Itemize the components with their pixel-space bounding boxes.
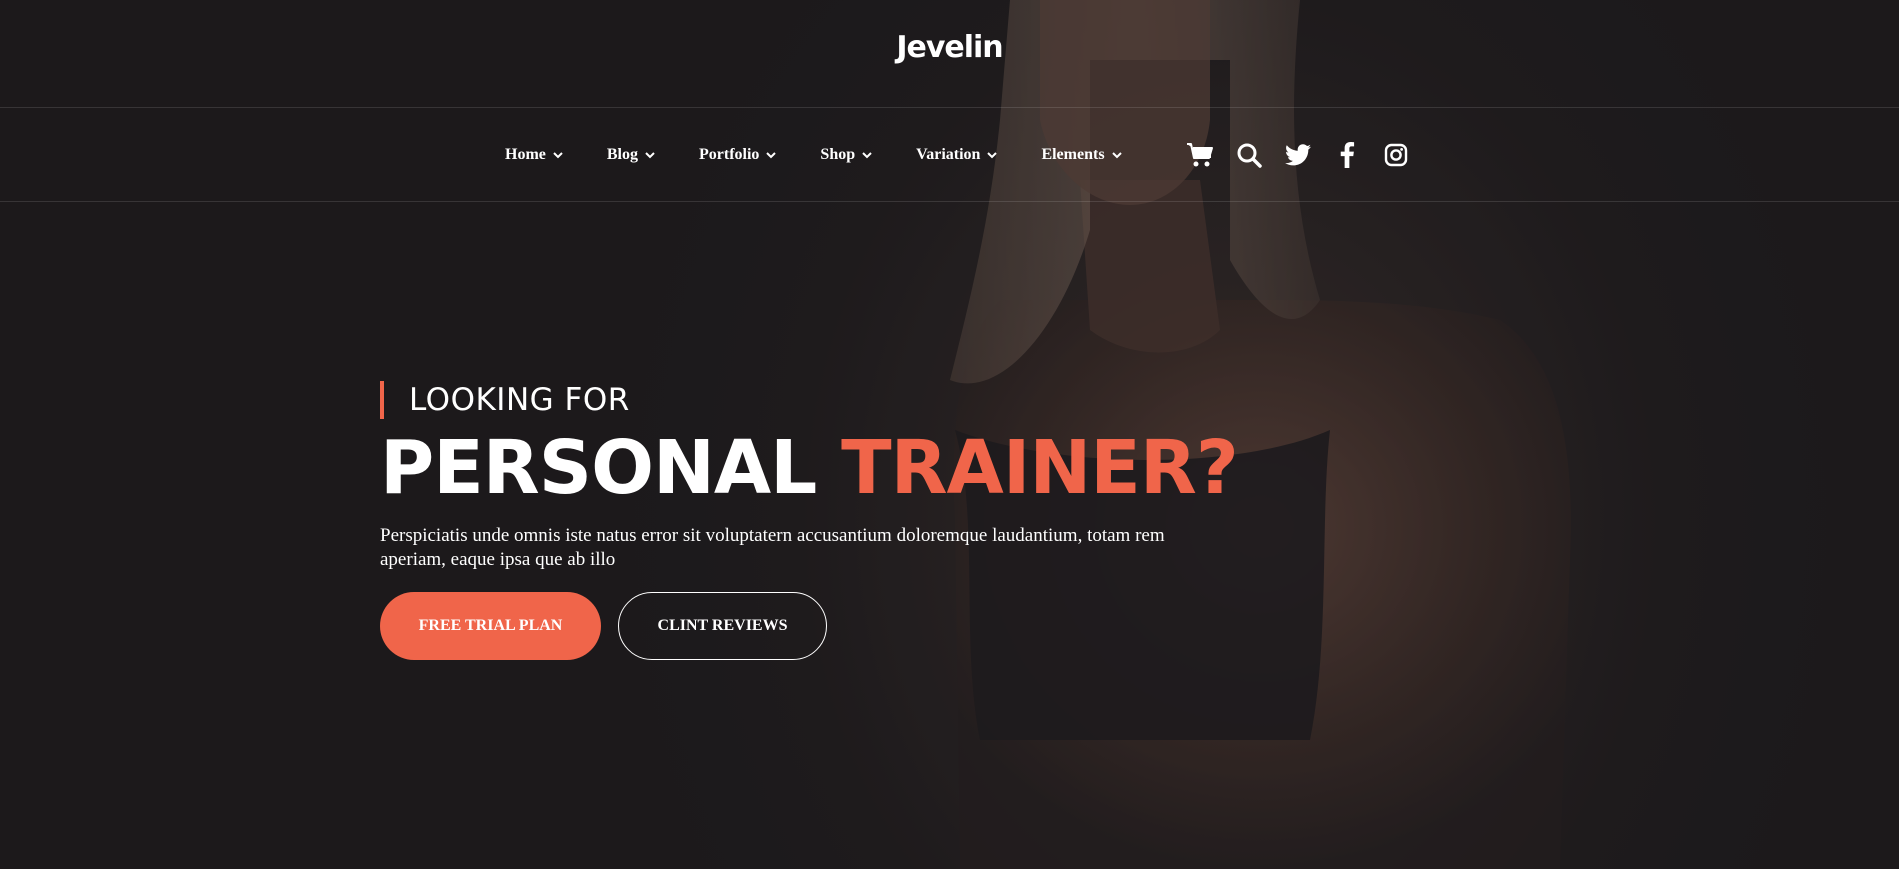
hero-headline: PERSONAL TRAINER? (380, 425, 1239, 511)
site-logo[interactable]: Jevelin (896, 30, 1003, 65)
twitter-icon[interactable] (1284, 141, 1312, 169)
nav-item-label: Portfolio (699, 145, 760, 163)
nav-item-shop[interactable]: Shop (820, 146, 873, 164)
chevron-down-icon (1111, 151, 1122, 158)
hero-buttons: FREE TRIAL PLAN CLINT REVIEWS (380, 592, 1200, 660)
nav-item-label: Variation (916, 145, 981, 163)
chevron-down-icon (862, 151, 872, 158)
cart-icon[interactable] (1186, 141, 1214, 169)
hero-content: LOOKING FOR PERSONAL TRAINER? Perspiciat… (380, 380, 1239, 660)
free-trial-button[interactable]: FREE TRIAL PLAN (380, 592, 601, 660)
nav-item-home[interactable]: Home (505, 146, 564, 164)
nav-item-label: Elements (1041, 145, 1105, 163)
nav-item-elements[interactable]: Elements (1041, 146, 1122, 164)
top-header: Jevelin (0, 0, 1899, 108)
chevron-down-icon (645, 151, 655, 158)
nav-item-blog[interactable]: Blog (607, 146, 656, 164)
nav-item-label: Blog (606, 145, 638, 163)
chevron-down-icon (553, 151, 563, 158)
nav-menu: Home Blog Portfolio Shop Variation Eleme… (505, 108, 1166, 201)
nav-icon-group (1186, 108, 1431, 201)
nav-item-portfolio[interactable]: Portfolio (699, 146, 777, 164)
nav-item-label: Shop (820, 145, 856, 163)
nav-item-label: Home (505, 145, 546, 163)
main-navigation: Home Blog Portfolio Shop Variation Eleme… (0, 108, 1899, 202)
hero-section: Jevelin Home Blog Portfolio Shop Variati… (0, 0, 1899, 869)
instagram-icon[interactable] (1382, 141, 1410, 169)
facebook-icon[interactable] (1333, 141, 1361, 169)
hero-description: Perspiciatis unde omnis iste natus error… (380, 525, 1165, 570)
nav-item-variation[interactable]: Variation (916, 146, 998, 164)
headline-accent: TRAINER? (841, 425, 1239, 511)
chevron-down-icon (987, 151, 998, 158)
hero-eyebrow: LOOKING FOR (380, 380, 1200, 420)
chevron-down-icon (766, 151, 777, 158)
search-icon[interactable] (1235, 141, 1263, 169)
client-reviews-button[interactable]: CLINT REVIEWS (618, 592, 827, 660)
headline-main: PERSONAL (380, 425, 817, 511)
